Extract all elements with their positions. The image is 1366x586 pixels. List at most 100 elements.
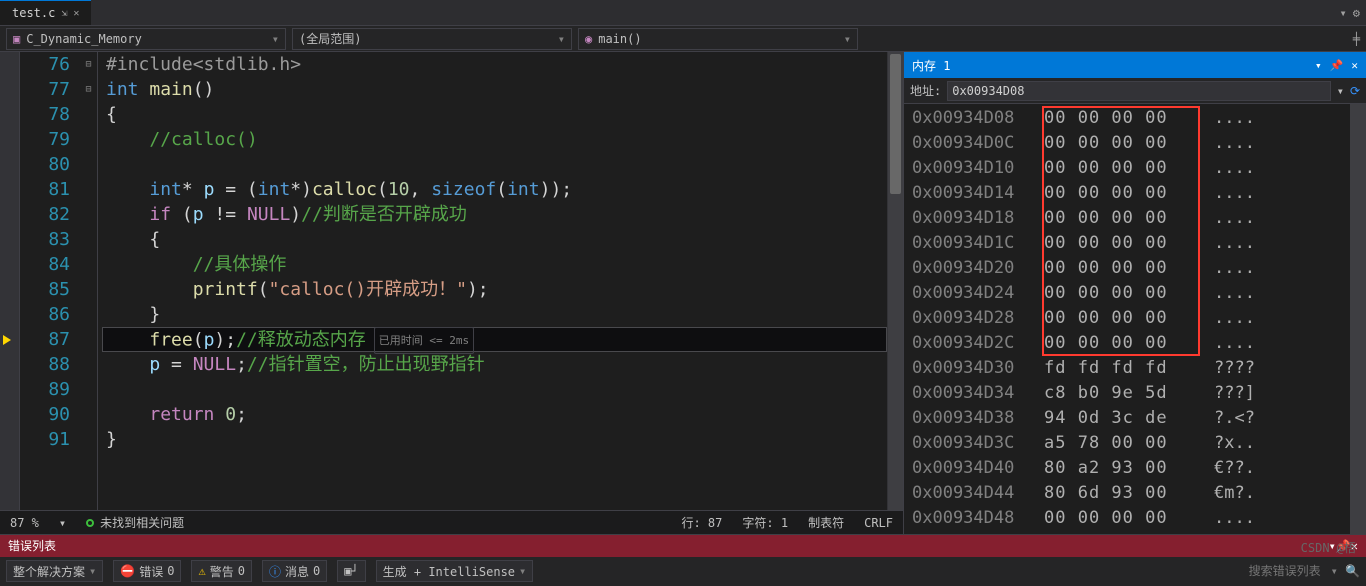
memory-addr: 0x00934D0C <box>912 131 1044 156</box>
memory-addr: 0x00934D2C <box>912 331 1044 356</box>
refresh-icon[interactable]: ⟳ <box>1350 84 1360 98</box>
memory-row[interactable]: 0x00934D3894 0d 3c de?.<? <box>912 406 1366 431</box>
solution-scope-dropdown[interactable]: 整个解决方案 ▾ <box>6 560 103 582</box>
project-dropdown[interactable]: ▣ C_Dynamic_Memory ▾ <box>6 28 286 50</box>
memory-row[interactable]: 0x00934D2000 00 00 00.... <box>912 256 1366 281</box>
search-dropdown-icon[interactable]: ▾ 🔍 <box>1331 564 1360 578</box>
memory-ascii: .... <box>1208 281 1255 306</box>
file-tabs: test.c ⇲ ✕ ▾ ⚙ <box>0 0 1366 26</box>
scope-dropdown[interactable]: (全局范围) ▾ <box>292 28 572 50</box>
pin-icon[interactable]: 📌 <box>1330 59 1344 72</box>
memory-scrollbar[interactable] <box>1350 104 1366 534</box>
split-icon[interactable]: ╪ <box>1353 32 1360 46</box>
cursor-col: 字符: 1 <box>742 514 788 531</box>
scroll-thumb[interactable] <box>890 54 901 194</box>
memory-addr: 0x00934D14 <box>912 181 1044 206</box>
code-area[interactable]: #include<stdlib.h>int main(){ //calloc()… <box>98 52 887 510</box>
memory-addr: 0x00934D10 <box>912 156 1044 181</box>
chevron-down-icon[interactable]: ▾ <box>1340 6 1347 20</box>
memory-row[interactable]: 0x00934D4800 00 00 00.... <box>912 506 1366 531</box>
memory-row[interactable]: 0x00934D0C00 00 00 00.... <box>912 131 1366 156</box>
addr-input[interactable] <box>947 81 1330 101</box>
function-dropdown[interactable]: ◉ main() ▾ <box>578 28 858 50</box>
solution-label: 整个解决方案 <box>13 563 85 580</box>
eol-mode[interactable]: CRLF <box>864 516 893 530</box>
cpp-icon: ▣ <box>13 32 20 46</box>
issues-ok-icon <box>86 519 94 527</box>
close-icon[interactable]: ✕ <box>1351 59 1358 72</box>
search-errors: ▾ 🔍 <box>1225 561 1360 581</box>
code-editor[interactable]: 76777879808182838485868788899091 ⊟⊟ #inc… <box>0 52 903 510</box>
fn-label: main() <box>598 32 641 46</box>
memory-hex: a5 78 00 00 <box>1044 431 1208 456</box>
memory-row[interactable]: 0x00934D2800 00 00 00.... <box>912 306 1366 331</box>
memory-ascii: .... <box>1208 306 1255 331</box>
gear-icon[interactable]: ⚙ <box>1353 6 1360 20</box>
close-icon[interactable]: ✕ <box>73 8 79 19</box>
memory-ascii: .... <box>1208 156 1255 181</box>
memory-row[interactable]: 0x00934D1C00 00 00 00.... <box>912 231 1366 256</box>
memory-hex: c8 b0 9e 5d <box>1044 381 1208 406</box>
memory-addr: 0x00934D28 <box>912 306 1044 331</box>
warnings-filter[interactable]: ⚠警告 0 <box>191 560 251 582</box>
memory-ascii: .... <box>1208 181 1255 206</box>
memory-hex: 00 00 00 00 <box>1044 106 1208 131</box>
fold-margin[interactable]: ⊟⊟ <box>80 52 98 510</box>
memory-addr: 0x00934D24 <box>912 281 1044 306</box>
memory-addr: 0x00934D20 <box>912 256 1044 281</box>
memory-rows[interactable]: 0x00934D0800 00 00 00....0x00934D0C00 00… <box>904 104 1366 534</box>
chevron-down-icon[interactable]: ▾ <box>1337 84 1344 98</box>
chevron-down-icon: ▾ <box>519 564 526 578</box>
vertical-scrollbar[interactable] <box>887 52 903 510</box>
tab-test-c[interactable]: test.c ⇲ ✕ <box>0 0 91 25</box>
memory-row[interactable]: 0x00934D0800 00 00 00.... <box>912 106 1366 131</box>
memory-row[interactable]: 0x00934D4080 a2 93 00€??. <box>912 456 1366 481</box>
zoom-chevron-icon[interactable]: ▾ <box>59 516 66 530</box>
memory-addr: 0x00934D18 <box>912 206 1044 231</box>
memory-panel: 内存 1 ▾ 📌 ✕ 地址: ▾ ⟳ 0x00934D0800 00 00 00… <box>904 52 1366 534</box>
warning-icon: ⚠ <box>198 564 205 578</box>
memory-row[interactable]: 0x00934D1800 00 00 00.... <box>912 206 1366 231</box>
clear-filter[interactable]: ▣┘ <box>337 560 365 582</box>
build-intellisense-dropdown[interactable]: 生成 + IntelliSense ▾ <box>376 560 534 582</box>
memory-ascii: €??. <box>1208 456 1255 481</box>
memory-row[interactable]: 0x00934D1400 00 00 00.... <box>912 181 1366 206</box>
dropdown-icon[interactable]: ▾ <box>1315 59 1322 72</box>
memory-row[interactable]: 0x00934D2400 00 00 00.... <box>912 281 1366 306</box>
memory-addr: 0x00934D34 <box>912 381 1044 406</box>
memory-row[interactable]: 0x00934D34c8 b0 9e 5d???] <box>912 381 1366 406</box>
memory-hex: 80 a2 93 00 <box>1044 456 1208 481</box>
memory-addr: 0x00934D30 <box>912 356 1044 381</box>
memory-addr: 0x00934D38 <box>912 406 1044 431</box>
memory-row[interactable]: 0x00934D4480 6d 93 00€m?. <box>912 481 1366 506</box>
memory-ascii: ?x.. <box>1208 431 1255 456</box>
memory-hex: 00 00 00 00 <box>1044 331 1208 356</box>
memory-hex: 00 00 00 00 <box>1044 181 1208 206</box>
memory-ascii: .... <box>1208 131 1255 156</box>
memory-row[interactable]: 0x00934D2C00 00 00 00.... <box>912 331 1366 356</box>
indent-mode[interactable]: 制表符 <box>808 514 844 531</box>
issues-label[interactable]: 未找到相关问题 <box>100 516 184 530</box>
memory-addr: 0x00934D40 <box>912 456 1044 481</box>
watermark: CSDN @梧 <box>1301 539 1356 556</box>
memory-addr: 0x00934D08 <box>912 106 1044 131</box>
memory-ascii: .... <box>1208 206 1255 231</box>
messages-filter[interactable]: ⓘ消息 0 <box>262 560 327 582</box>
search-errors-input[interactable] <box>1225 561 1325 581</box>
memory-hex: 00 00 00 00 <box>1044 506 1208 531</box>
errors-filter[interactable]: ⛔错误 0 <box>113 560 181 582</box>
pin-icon[interactable]: ⇲ <box>61 8 67 19</box>
breakpoint-margin[interactable] <box>0 52 20 510</box>
line-numbers: 76777879808182838485868788899091 <box>20 52 80 510</box>
scope-label: (全局范围) <box>299 30 361 47</box>
addr-label: 地址: <box>910 82 941 99</box>
memory-row[interactable]: 0x00934D30fd fd fd fd???? <box>912 356 1366 381</box>
memory-row[interactable]: 0x00934D1000 00 00 00.... <box>912 156 1366 181</box>
memory-row[interactable]: 0x00934D3Ca5 78 00 00?x.. <box>912 431 1366 456</box>
memory-hex: 00 00 00 00 <box>1044 256 1208 281</box>
zoom-level[interactable]: 87 % <box>10 516 39 530</box>
error-list-title: 错误列表 <box>8 537 56 554</box>
error-list-titlebar[interactable]: 错误列表 ▾ 📌 ✕ <box>0 535 1366 557</box>
memory-titlebar[interactable]: 内存 1 ▾ 📌 ✕ <box>904 52 1366 78</box>
memory-hex: 00 00 00 00 <box>1044 306 1208 331</box>
